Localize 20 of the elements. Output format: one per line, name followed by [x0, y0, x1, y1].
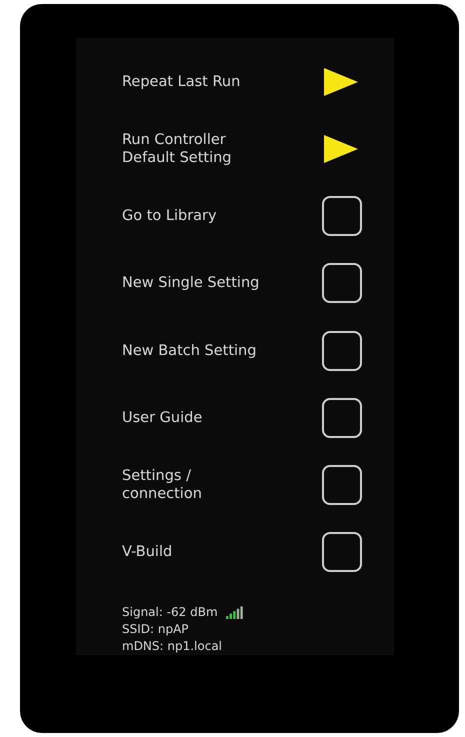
- signal-text: Signal: -62 dBm: [122, 604, 218, 621]
- square-button[interactable]: [322, 398, 362, 438]
- ssid-text: SSID: npAP: [122, 621, 190, 638]
- menu-label[interactable]: Go to Library: [122, 207, 217, 226]
- mdns-text: mDNS: np1.local: [122, 638, 224, 655]
- menu-label[interactable]: Repeat Last Run: [122, 72, 240, 91]
- play-icon[interactable]: [324, 68, 358, 96]
- square-button[interactable]: [322, 532, 362, 572]
- square-button[interactable]: [322, 465, 362, 506]
- menu-label[interactable]: Settings / connection: [122, 467, 202, 504]
- menu-label[interactable]: New Single Setting: [122, 274, 260, 292]
- square-button[interactable]: [322, 196, 362, 236]
- menu-label[interactable]: New Batch Setting: [122, 342, 256, 360]
- square-button[interactable]: [322, 330, 362, 371]
- signal-icon: [226, 606, 244, 619]
- play-icon[interactable]: [324, 134, 358, 163]
- square-button[interactable]: [322, 263, 362, 304]
- menu-label[interactable]: V-Build: [122, 543, 172, 562]
- menu-label[interactable]: Run Controller Default Setting: [122, 130, 232, 167]
- menu-label[interactable]: User Guide: [122, 408, 202, 427]
